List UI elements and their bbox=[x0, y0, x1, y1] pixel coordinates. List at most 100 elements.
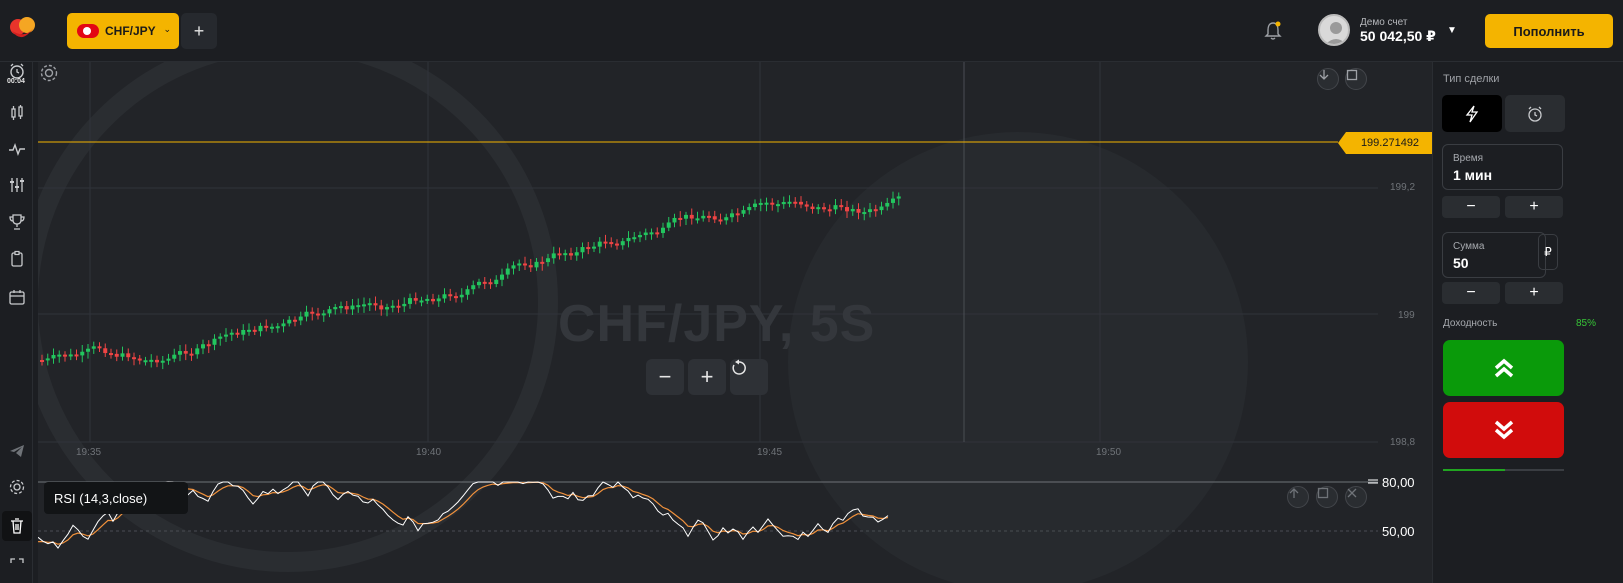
candle bbox=[91, 346, 96, 349]
candle bbox=[264, 325, 269, 328]
background-pattern bbox=[788, 132, 1248, 583]
candle bbox=[275, 326, 280, 329]
drawing-tools-button[interactable] bbox=[4, 172, 30, 198]
candle bbox=[580, 247, 585, 253]
reset-zoom-button[interactable] bbox=[730, 359, 768, 395]
current-price-tag: 199.271492 bbox=[1338, 132, 1436, 154]
zoom-in-button[interactable]: + bbox=[688, 359, 726, 395]
avatar[interactable] bbox=[1318, 14, 1350, 46]
candle bbox=[425, 298, 430, 301]
candle bbox=[206, 344, 211, 347]
candle bbox=[799, 201, 803, 205]
candle bbox=[229, 332, 234, 335]
candle bbox=[155, 359, 159, 363]
timer-button[interactable]: 00:04 bbox=[4, 62, 30, 88]
time-increase-button[interactable]: + bbox=[1505, 196, 1563, 218]
candle bbox=[235, 332, 240, 335]
price-chart[interactable]: CHF/JPY, 5S − + 199.271492 199,2 199 198… bbox=[38, 62, 1475, 583]
candle bbox=[816, 207, 821, 210]
history-button[interactable] bbox=[4, 246, 30, 272]
account-type-label: Демо счет bbox=[1360, 17, 1408, 28]
time-field[interactable]: Время 1 мин bbox=[1442, 144, 1563, 190]
download-button[interactable] bbox=[1317, 68, 1339, 90]
candle bbox=[500, 274, 504, 280]
time-decrease-button[interactable]: − bbox=[1442, 196, 1500, 218]
amount-field[interactable]: Сумма 50 bbox=[1442, 232, 1546, 278]
candle bbox=[97, 346, 102, 349]
calendar-button[interactable] bbox=[4, 284, 30, 310]
candle bbox=[534, 261, 539, 268]
candle bbox=[344, 306, 349, 310]
rsi-move-up-button[interactable] bbox=[1287, 486, 1309, 508]
rsi-indicator-label[interactable]: RSI (14,3,close) bbox=[44, 482, 188, 514]
amount-increase-button[interactable]: + bbox=[1505, 282, 1563, 304]
candle bbox=[189, 353, 194, 356]
candle bbox=[661, 227, 665, 234]
candle bbox=[419, 300, 424, 303]
candle bbox=[523, 263, 527, 266]
arrow-up-icon bbox=[1289, 488, 1299, 498]
indicators-button[interactable] bbox=[4, 136, 30, 162]
add-tab-button[interactable]: + bbox=[181, 13, 217, 49]
sell-down-button[interactable] bbox=[1443, 402, 1564, 458]
candle bbox=[408, 298, 412, 304]
candle bbox=[684, 214, 688, 219]
candle bbox=[109, 353, 113, 356]
y-tick-label: 199 bbox=[1398, 310, 1415, 321]
candle bbox=[402, 303, 407, 307]
candle bbox=[540, 261, 545, 264]
candle bbox=[143, 360, 148, 363]
candle bbox=[615, 243, 619, 246]
swiss-flag-icon bbox=[77, 24, 99, 38]
gear-icon[interactable] bbox=[38, 62, 60, 84]
candle bbox=[45, 358, 50, 361]
candle bbox=[281, 323, 286, 327]
candle bbox=[57, 354, 62, 357]
rsi-level-high: 80,00 bbox=[1382, 475, 1415, 490]
candle bbox=[666, 222, 671, 228]
amount-field-label: Сумма bbox=[1453, 241, 1485, 252]
fullscreen-button[interactable] bbox=[4, 552, 30, 578]
logo-icon[interactable] bbox=[6, 13, 38, 45]
candle bbox=[252, 329, 257, 332]
candle bbox=[195, 348, 200, 355]
candle bbox=[316, 313, 320, 316]
candle bbox=[707, 215, 711, 218]
deposit-button[interactable]: Пополнить bbox=[1485, 14, 1613, 48]
candle bbox=[390, 305, 395, 308]
chart-type-button[interactable] bbox=[4, 100, 30, 126]
candle bbox=[482, 281, 487, 284]
candle bbox=[488, 282, 493, 285]
candle bbox=[868, 209, 872, 213]
buy-up-button[interactable] bbox=[1443, 340, 1564, 396]
telegram-button[interactable] bbox=[4, 438, 30, 464]
candle bbox=[385, 307, 389, 310]
settings-button[interactable] bbox=[4, 474, 30, 500]
account-balance[interactable]: 50 042,50 ₽ bbox=[1360, 28, 1436, 45]
candle bbox=[724, 217, 729, 221]
clipboard-icon bbox=[11, 250, 23, 267]
account-caret-icon[interactable]: ▼ bbox=[1447, 25, 1457, 36]
asset-tab-chf-jpy[interactable]: CHF/JPY ⌄ bbox=[67, 13, 179, 49]
candle bbox=[132, 357, 136, 360]
rsi-fullscreen-button[interactable] bbox=[1316, 486, 1338, 508]
trade-type-scheduled-button[interactable] bbox=[1505, 95, 1565, 132]
trade-balance-bar-fill bbox=[1443, 469, 1505, 471]
rsi-close-button[interactable] bbox=[1345, 486, 1367, 508]
tournaments-button[interactable] bbox=[4, 209, 30, 235]
chart-fullscreen-button[interactable] bbox=[1345, 68, 1367, 90]
candle bbox=[379, 305, 384, 310]
left-sidebar: 00:04 bbox=[0, 62, 33, 583]
candle bbox=[114, 353, 119, 357]
amount-decrease-button[interactable]: − bbox=[1442, 282, 1500, 304]
bell-icon[interactable] bbox=[1262, 20, 1284, 42]
candle bbox=[718, 219, 723, 222]
delete-button[interactable] bbox=[2, 511, 32, 541]
candle bbox=[557, 253, 562, 256]
zoom-out-button[interactable]: − bbox=[646, 359, 684, 395]
candle bbox=[839, 205, 844, 208]
trade-type-instant-button[interactable] bbox=[1442, 95, 1502, 132]
candle bbox=[51, 355, 56, 359]
currency-selector[interactable]: ₽ bbox=[1538, 234, 1558, 270]
time-field-label: Время bbox=[1453, 153, 1484, 164]
